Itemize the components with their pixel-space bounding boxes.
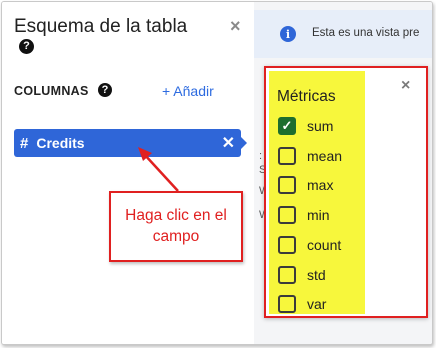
metric-option-max[interactable]: max <box>278 174 333 196</box>
checkbox-icon[interactable] <box>278 295 296 313</box>
info-text: Esta es una vista pre <box>312 27 420 39</box>
metric-label: sum <box>307 118 334 134</box>
metric-label: min <box>307 207 330 223</box>
add-column-button[interactable]: + Añadir <box>162 83 214 99</box>
close-icon[interactable]: × <box>401 77 410 95</box>
checkbox-icon[interactable] <box>278 176 296 194</box>
schema-panel: Esquema de la tabla ? × COLUMNAS ? + Aña… <box>2 2 254 344</box>
field-name: Credits <box>36 135 85 151</box>
metric-label: max <box>307 177 334 193</box>
checkbox-icon[interactable] <box>278 206 296 224</box>
question-circle-icon[interactable]: ? <box>19 39 34 54</box>
checkbox-icon[interactable] <box>278 147 296 165</box>
remove-field-icon[interactable]: ✕ <box>222 133 235 153</box>
metric-option-sum[interactable]: ✓ sum <box>278 115 333 137</box>
metrics-popup: Métricas × ✓ sum mean max min count std … <box>264 66 428 318</box>
checkbox-icon[interactable] <box>278 266 296 284</box>
metric-option-var[interactable]: var <box>278 293 326 315</box>
metric-label: count <box>307 237 342 253</box>
annotation-callout: Haga clic en el campo <box>109 191 243 262</box>
chip-caret <box>241 137 247 149</box>
metric-label: mean <box>307 148 343 164</box>
metric-label: var <box>307 296 327 312</box>
number-type-icon: # <box>20 134 29 152</box>
columns-label: COLUMNAS <box>14 84 89 98</box>
close-icon[interactable]: × <box>230 16 241 37</box>
panel-title: Esquema de la tabla <box>14 16 188 37</box>
checkbox-checked-icon[interactable]: ✓ <box>278 117 296 135</box>
metrics-title: Métricas <box>277 88 336 105</box>
info-icon: i <box>280 26 296 42</box>
metric-option-count[interactable]: count <box>278 234 341 256</box>
metric-option-min[interactable]: min <box>278 204 330 226</box>
columns-help-icon[interactable]: ? <box>98 83 112 97</box>
checkbox-icon[interactable] <box>278 236 296 254</box>
metric-option-mean[interactable]: mean <box>278 145 342 167</box>
metric-label: std <box>307 267 326 283</box>
metric-option-std[interactable]: std <box>278 264 326 286</box>
info-banner: i Esta es una vista pre <box>254 10 432 58</box>
preview-peek-text: : <box>259 150 263 162</box>
field-chip-credits[interactable]: # Credits ✕ <box>14 129 241 157</box>
